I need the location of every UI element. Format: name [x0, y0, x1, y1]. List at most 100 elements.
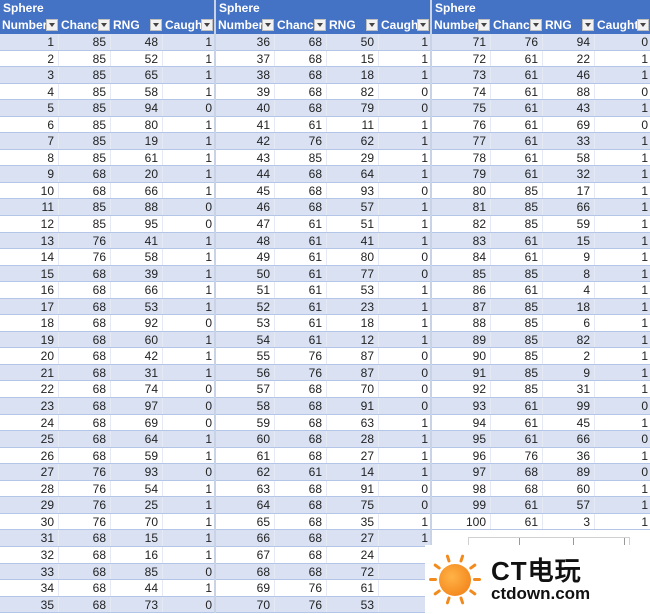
cell-chance[interactable]: 61 — [491, 414, 543, 431]
cell-rng[interactable]: 53 — [327, 282, 379, 298]
cell-caught[interactable]: 1 — [379, 464, 430, 480]
cell-chance[interactable]: 61 — [491, 50, 543, 67]
cell-caught[interactable]: 1 — [595, 233, 650, 249]
cell-rng[interactable]: 60 — [111, 331, 163, 348]
cell-number[interactable]: 50 — [216, 265, 275, 282]
cell-caught[interactable]: 1 — [595, 133, 650, 149]
cell-number[interactable]: 75 — [432, 100, 491, 116]
cell-caught[interactable]: 1 — [163, 282, 214, 298]
cell-number[interactable]: 77 — [432, 133, 491, 149]
cell-caught[interactable]: 1 — [379, 199, 430, 215]
cell-number[interactable]: 68 — [216, 563, 275, 580]
cell-chance[interactable]: 68 — [275, 34, 327, 50]
cell-caught[interactable]: 0 — [379, 497, 430, 513]
cell-rng[interactable]: 25 — [111, 497, 163, 513]
cell-number[interactable]: 12 — [0, 216, 59, 232]
cell-number[interactable]: 76 — [432, 116, 491, 133]
cell-number[interactable]: 99 — [432, 497, 491, 513]
cell-rng[interactable]: 50 — [327, 34, 379, 50]
cell-chance[interactable]: 76 — [275, 364, 327, 381]
cell-number[interactable]: 22 — [0, 381, 59, 398]
cell-chance[interactable]: 76 — [275, 580, 327, 596]
cell-caught[interactable]: 0 — [163, 381, 214, 397]
cell-number[interactable]: 47 — [216, 216, 275, 232]
cell-caught[interactable]: 1 — [595, 183, 650, 199]
cell-chance[interactable]: 85 — [491, 216, 543, 232]
cell-chance[interactable]: 61 — [491, 149, 543, 166]
cell-rng[interactable]: 46 — [543, 67, 595, 83]
cell-caught[interactable]: 1 — [595, 481, 650, 497]
cell-number[interactable]: 19 — [0, 331, 59, 348]
cell-chance[interactable]: 85 — [491, 381, 543, 398]
cell-rng[interactable]: 91 — [327, 480, 379, 497]
cell-chance[interactable]: 68 — [491, 480, 543, 497]
cell-rng[interactable]: 31 — [111, 364, 163, 381]
cell-rng[interactable]: 64 — [111, 431, 163, 447]
cell-caught[interactable]: 1 — [163, 150, 214, 166]
cell-number[interactable]: 58 — [216, 398, 275, 414]
cell-chance[interactable]: 68 — [59, 563, 111, 580]
cell-chance[interactable]: 68 — [59, 546, 111, 563]
cell-number[interactable]: 25 — [0, 431, 59, 447]
cell-chance[interactable]: 68 — [275, 166, 327, 182]
cell-caught[interactable]: 1 — [163, 183, 214, 199]
cell-number[interactable]: 57 — [216, 381, 275, 398]
cell-number[interactable]: 54 — [216, 331, 275, 348]
cell-caught[interactable]: 1 — [595, 150, 650, 166]
cell-chance[interactable]: 68 — [275, 513, 327, 530]
cell-rng[interactable]: 59 — [543, 216, 595, 232]
cell-number[interactable]: 15 — [0, 265, 59, 282]
cell-chance[interactable]: 85 — [491, 331, 543, 348]
cell-chance[interactable]: 61 — [275, 232, 327, 249]
cell-number[interactable]: 27 — [0, 464, 59, 480]
cell-chance[interactable]: 85 — [491, 199, 543, 216]
cell-caught[interactable]: 1 — [595, 216, 650, 232]
cell-chance[interactable]: 76 — [275, 133, 327, 149]
cell-rng[interactable]: 91 — [327, 398, 379, 414]
cell-rng[interactable]: 80 — [111, 116, 163, 133]
cell-caught[interactable]: 1 — [379, 216, 430, 232]
cell-rng[interactable]: 54 — [111, 480, 163, 497]
cell-caught[interactable]: 1 — [595, 315, 650, 331]
cell-chance[interactable]: 68 — [59, 596, 111, 613]
cell-chance[interactable]: 68 — [275, 447, 327, 464]
cell-caught[interactable]: 1 — [379, 117, 430, 133]
cell-number[interactable]: 43 — [216, 149, 275, 166]
cell-rng[interactable]: 87 — [327, 348, 379, 364]
cell-rng[interactable]: 94 — [111, 100, 163, 116]
cell-rng[interactable]: 27 — [327, 530, 379, 546]
cell-number[interactable]: 5 — [0, 100, 59, 116]
cell-rng[interactable]: 20 — [111, 166, 163, 182]
cell-rng[interactable]: 23 — [327, 298, 379, 315]
cell-chance[interactable]: 85 — [491, 182, 543, 199]
cell-number[interactable]: 29 — [0, 497, 59, 513]
filter-dropdown-icon[interactable] — [366, 19, 378, 31]
cell-number[interactable]: 73 — [432, 67, 491, 83]
cell-chance[interactable]: 85 — [491, 315, 543, 331]
cell-caught[interactable]: 1 — [163, 514, 214, 530]
cell-rng[interactable]: 32 — [543, 166, 595, 182]
cell-chance[interactable]: 68 — [59, 580, 111, 596]
cell-rng[interactable]: 75 — [327, 497, 379, 513]
cell-chance[interactable]: 61 — [491, 116, 543, 133]
cell-number[interactable]: 93 — [432, 398, 491, 414]
cell-rng[interactable]: 35 — [327, 513, 379, 530]
cell-caught[interactable]: 1 — [163, 580, 214, 596]
cell-rng[interactable]: 45 — [543, 414, 595, 431]
cell-number[interactable]: 38 — [216, 67, 275, 83]
cell-number[interactable]: 46 — [216, 199, 275, 216]
cell-number[interactable]: 36 — [216, 34, 275, 50]
cell-number[interactable]: 24 — [0, 414, 59, 431]
cell-number[interactable]: 44 — [216, 166, 275, 182]
cell-number[interactable]: 7 — [0, 133, 59, 149]
cell-caught[interactable]: 1 — [595, 266, 650, 282]
cell-caught[interactable]: 1 — [595, 51, 650, 67]
cell-caught[interactable]: 1 — [379, 133, 430, 149]
cell-number[interactable]: 39 — [216, 83, 275, 100]
cell-caught[interactable]: 1 — [379, 299, 430, 315]
cell-caught[interactable]: 1 — [163, 348, 214, 364]
cell-caught[interactable]: 1 — [595, 348, 650, 364]
cell-caught[interactable]: 1 — [379, 233, 430, 249]
cell-caught[interactable]: 1 — [379, 67, 430, 83]
cell-caught[interactable]: 1 — [379, 315, 430, 331]
